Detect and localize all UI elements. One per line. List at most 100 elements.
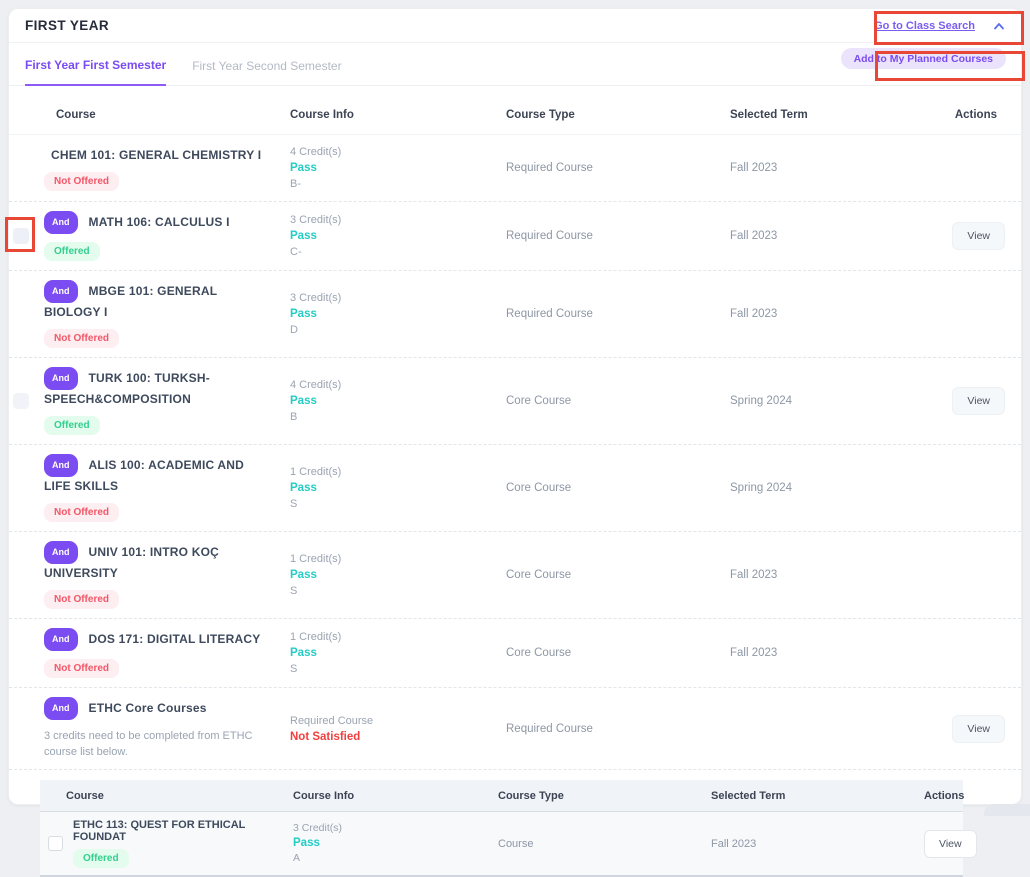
- chevron-up-icon[interactable]: [993, 22, 1005, 30]
- course-type-cell: Core Course: [506, 395, 730, 407]
- course-type-cell: Core Course: [506, 569, 730, 581]
- col-header-actions: Actions: [924, 790, 974, 802]
- header-right-group: Go to Class Search: [874, 9, 1005, 43]
- credits-text: 1 Credit(s): [290, 629, 506, 645]
- and-badge: And: [44, 454, 78, 477]
- col-header-selected-term: Selected Term: [730, 109, 942, 121]
- checkbox-cell: [9, 367, 44, 435]
- view-button[interactable]: View: [952, 387, 1005, 415]
- course-info-cell: 4 Credit(s) Pass B-: [282, 144, 506, 192]
- nested-table-header: Course Course Info Course Type Selected …: [40, 780, 963, 812]
- view-button[interactable]: View: [924, 830, 977, 858]
- course-cell: And DOS 171: DIGITAL LITERACY Not Offered: [44, 628, 282, 678]
- pass-text: Pass: [290, 228, 506, 244]
- grade-text: S: [290, 583, 506, 599]
- credits-text: 1 Credit(s): [290, 551, 506, 567]
- corner-peek-tab: [984, 804, 1030, 816]
- view-button[interactable]: View: [952, 222, 1005, 250]
- credits-text: 3 Credit(s): [293, 821, 498, 836]
- table-row: And DOS 171: DIGITAL LITERACY Not Offered…: [9, 619, 1021, 688]
- checkbox-cell: [9, 144, 44, 192]
- course-cell: AndETHC Core Courses 3 credits need to b…: [44, 697, 282, 760]
- and-badge: And: [44, 628, 78, 651]
- and-badge: And: [44, 541, 78, 564]
- course-info-cell: 1 Credit(s) Pass S: [282, 629, 506, 677]
- pass-text: Pass: [290, 393, 506, 409]
- tab-first-year-second-semester[interactable]: First Year Second Semester: [192, 59, 341, 85]
- table-row: AndETHC Core Courses 3 credits need to b…: [9, 688, 1021, 770]
- table-row: CHEM 101: GENERAL CHEMISTRY I Not Offere…: [9, 135, 1021, 202]
- col-header-course: Course: [40, 790, 293, 802]
- credits-text: 1 Credit(s): [290, 464, 506, 480]
- credits-text: 3 Credit(s): [290, 212, 506, 228]
- status-badge: Not Offered: [44, 659, 119, 678]
- col-header-course: Course: [44, 109, 282, 121]
- checkbox-cell: [9, 628, 44, 678]
- row-checkbox[interactable]: [48, 836, 63, 851]
- status-badge: Not Offered: [44, 590, 119, 609]
- course-info-cell: 1 Credit(s) Pass S: [282, 551, 506, 599]
- course-cell: CHEM 101: GENERAL CHEMISTRY I Not Offere…: [44, 146, 282, 191]
- course-info-cell: 1 Credit(s) Pass S: [282, 464, 506, 512]
- status-badge: Not Offered: [44, 329, 119, 348]
- course-type-cell: Required Course: [506, 723, 730, 735]
- view-button[interactable]: View: [952, 715, 1005, 743]
- credits-text: 3 Credit(s): [290, 290, 506, 306]
- grade-text: B-: [290, 176, 506, 192]
- status-badge: Offered: [44, 242, 100, 261]
- course-info-cell: Required Course Not Satisfied: [282, 713, 506, 745]
- grade-text: S: [290, 496, 506, 512]
- course-title: DOS 171: DIGITAL LITERACY: [89, 632, 261, 646]
- actions-cell: View: [924, 830, 985, 858]
- col-header-actions: Actions: [942, 109, 1021, 121]
- pass-text: Pass: [290, 567, 506, 583]
- table-row: ETHC 113: QUEST FOR ETHICAL FOUNDAT Offe…: [40, 812, 963, 875]
- and-badge: And: [44, 211, 78, 234]
- checkbox-cell: [9, 541, 44, 609]
- course-type-cell: Course: [498, 838, 711, 850]
- col-header-course-info: Course Info: [282, 109, 506, 121]
- credits-text: 4 Credit(s): [290, 144, 506, 160]
- selected-term-cell: Fall 2023: [730, 647, 942, 659]
- pass-text: Pass: [290, 480, 506, 496]
- tab-first-year-first-semester[interactable]: First Year First Semester: [25, 58, 166, 86]
- first-year-panel: FIRST YEAR Go to Class Search First Year…: [8, 8, 1022, 805]
- grade-text: S: [290, 661, 506, 677]
- selected-term-cell: Fall 2023: [730, 162, 942, 174]
- actions-cell: View: [942, 222, 1021, 250]
- and-badge: And: [44, 697, 78, 720]
- course-type-cell: Required Course: [506, 162, 730, 174]
- checkbox-cell: [9, 454, 44, 522]
- ethc-course-list-table: Course Course Info Course Type Selected …: [40, 780, 963, 877]
- pass-text: Pass: [290, 645, 506, 661]
- status-badge: Offered: [44, 416, 100, 435]
- course-cell: AndMBGE 101: GENERAL BIOLOGY I Not Offer…: [44, 280, 282, 348]
- go-to-class-search-link[interactable]: Go to Class Search: [874, 20, 975, 32]
- table-row: AndTURK 100: TURKSH-SPEECH&COMPOSITION O…: [9, 358, 1021, 445]
- selected-term-cell: Fall 2023: [711, 838, 924, 850]
- page-title: FIRST YEAR: [25, 18, 109, 33]
- selected-term-cell: Fall 2023: [730, 569, 942, 581]
- course-info-cell: 4 Credit(s) Pass B: [282, 377, 506, 425]
- col-header-course-type: Course Type: [498, 790, 711, 802]
- table-row: AndMBGE 101: GENERAL BIOLOGY I Not Offer…: [9, 271, 1021, 358]
- table-row: AndALIS 100: ACADEMIC AND LIFE SKILLS No…: [9, 445, 1021, 532]
- status-badge: Not Offered: [44, 503, 119, 522]
- course-type-cell: Required Course: [506, 230, 730, 242]
- pass-text: Pass: [293, 836, 498, 851]
- checkbox-cell: [9, 697, 44, 760]
- course-info-cell: 3 Credit(s) Pass C-: [282, 212, 506, 260]
- course-type-cell: Core Course: [506, 482, 730, 494]
- col-header-course-info: Course Info: [293, 790, 498, 802]
- and-badge: And: [44, 280, 78, 303]
- grade-text: D: [290, 322, 506, 338]
- add-to-planned-courses-button[interactable]: Add to My Planned Courses: [841, 48, 1006, 69]
- course-title: ETHC 113: QUEST FOR ETHICAL FOUNDAT: [73, 819, 293, 843]
- grade-text: B: [290, 409, 506, 425]
- checkbox-cell: [9, 280, 44, 348]
- row-checkbox[interactable]: [13, 393, 29, 409]
- col-header-course-type: Course Type: [506, 109, 730, 121]
- panel-header: FIRST YEAR Go to Class Search: [9, 9, 1021, 43]
- pass-text: Pass: [290, 160, 506, 176]
- row-checkbox[interactable]: [13, 228, 29, 244]
